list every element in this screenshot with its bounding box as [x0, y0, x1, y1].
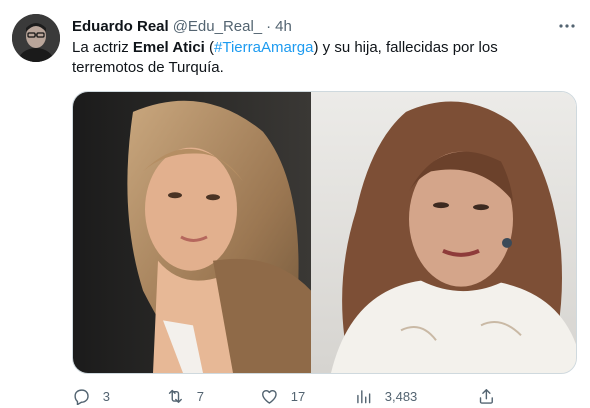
tweet-text: La actriz Emel Atici (#TierraAmarga) y s…: [72, 38, 562, 78]
reply-button[interactable]: 3: [72, 386, 110, 406]
avatar[interactable]: [12, 14, 60, 62]
retweet-button[interactable]: 7: [166, 386, 204, 406]
hashtag-link[interactable]: #TierraAmarga: [214, 39, 313, 56]
like-count: 17: [290, 388, 306, 404]
retweet-count: 7: [196, 388, 204, 404]
share-icon: [479, 388, 493, 404]
views-chart-icon: [357, 389, 371, 403]
views-count: 3,483: [384, 388, 418, 404]
author-name[interactable]: Eduardo Real: [72, 18, 169, 35]
tweet-media[interactable]: [72, 91, 577, 374]
reply-count: 3: [102, 388, 110, 404]
heart-icon: [262, 389, 277, 404]
views-button[interactable]: 3,483: [354, 386, 417, 406]
author-handle[interactable]: @Edu_Real_: [173, 18, 262, 35]
tweet[interactable]: Eduardo Real @Edu_Real_ · 4h La actriz E…: [0, 0, 590, 408]
tweet-header: Eduardo Real @Edu_Real_ · 4h: [72, 16, 292, 36]
reply-icon: [74, 389, 89, 405]
tweet-timestamp[interactable]: 4h: [275, 18, 292, 35]
photo-young-woman[interactable]: [73, 92, 311, 373]
tweet-text-open-paren: (: [204, 39, 214, 56]
photo-older-woman[interactable]: [311, 92, 577, 373]
more-options-button[interactable]: [556, 16, 578, 36]
tweet-text-bold-name: Emel Atici: [132, 39, 205, 56]
separator-dot: ·: [266, 17, 272, 35]
share-button[interactable]: [477, 386, 496, 406]
like-button[interactable]: 17: [260, 386, 305, 406]
more-horizontal-icon: [559, 24, 575, 28]
tweet-actions: 3 7 17 3,483: [72, 386, 502, 406]
avatar-image: [12, 14, 60, 62]
tweet-text-part1: La actriz: [72, 39, 133, 56]
retweet-icon: [168, 389, 182, 403]
